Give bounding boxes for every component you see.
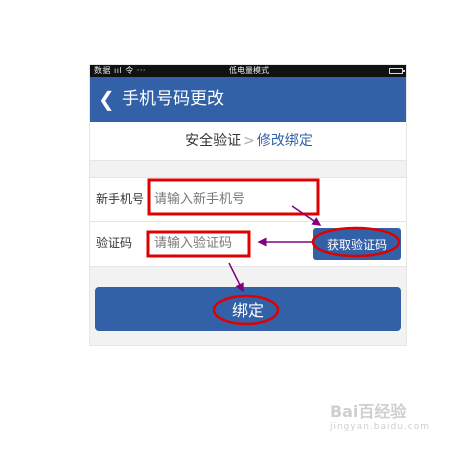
binding-form: 新手机号 验证码 获取验证码	[90, 177, 406, 267]
step-indicator: 安全验证 > 修改绑定	[90, 122, 406, 161]
step-modify-binding: 修改绑定	[256, 133, 313, 149]
new-phone-input[interactable]	[150, 178, 320, 221]
code-label: 验证码	[96, 236, 133, 250]
bind-button[interactable]: 绑定	[95, 287, 401, 331]
code-row: 验证码 获取验证码	[90, 222, 406, 265]
watermark-main: Bai百经验	[329, 402, 407, 421]
page-title: 手机号码更改	[122, 89, 224, 109]
step-separator: >	[243, 133, 255, 149]
watermark-sub: jingyan.baidu.com	[329, 422, 430, 432]
status-bar: 数据 ııl 令 ··· 低电量模式	[90, 65, 406, 77]
phone-label: 新手机号	[96, 192, 145, 206]
step-security-verify: 安全验证	[185, 133, 242, 149]
chevron-left-icon[interactable]: ❮	[98, 88, 115, 110]
nav-bar: ❮ 手机号码更改	[90, 77, 406, 122]
phone-row: 新手机号	[90, 178, 406, 222]
battery-icon	[389, 68, 405, 74]
low-power-mode-text: 低电量模式	[229, 66, 269, 75]
watermark: Bai百经验 jingyan.baidu.com	[330, 398, 430, 432]
verification-code-input[interactable]	[150, 222, 320, 265]
phone-screen: 数据 ııl 令 ··· 低电量模式 ❮ 手机号码更改 安全验证 > 修改绑定 新手…	[89, 64, 407, 346]
get-code-button[interactable]: 获取验证码	[313, 228, 401, 260]
